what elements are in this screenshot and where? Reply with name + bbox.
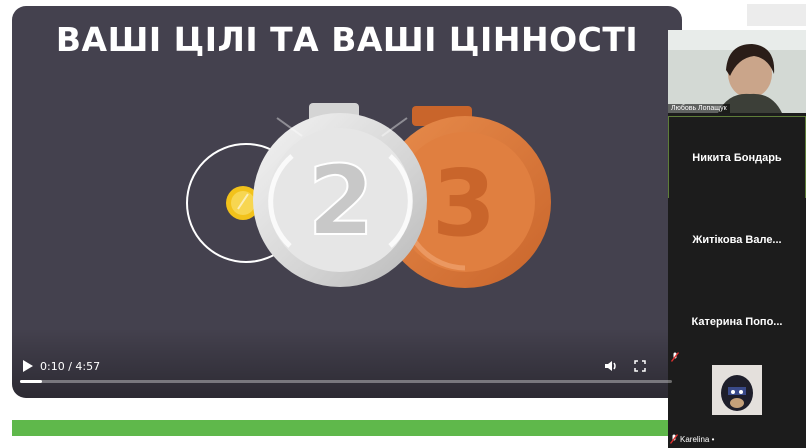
participant-camera-feed (668, 30, 806, 113)
fullscreen-icon (634, 360, 646, 372)
green-banner (12, 420, 668, 436)
fullscreen-button[interactable] (632, 358, 648, 374)
video-controls: 0:10 / 4:57 (12, 350, 682, 398)
bronze-number: 3 (432, 150, 496, 257)
silver-number: 2 (308, 145, 375, 257)
time-display: 0:10 / 4:57 (40, 360, 101, 373)
participant-name: Житікова Вале... (692, 233, 782, 246)
participant-name: Никита Бондарь (692, 151, 782, 164)
video-player[interactable]: ВАШІ ЦІЛІ ТА ВАШІ ЦІННОСТІ 3 2 0:10 / 4:… (12, 6, 682, 398)
progress-bar[interactable] (20, 380, 672, 383)
progress-fill (20, 380, 43, 383)
participants-panel: Любовь Лопащук Никита Бондарь Житікова В… (668, 30, 806, 448)
avatar-image (712, 365, 762, 415)
participant-tile[interactable]: Karelina • (668, 365, 806, 448)
medals-illustration: 3 2 (186, 103, 551, 288)
participant-video-tile[interactable]: Любовь Лопащук (668, 30, 806, 113)
participant-tile[interactable]: Катерина Попо... (668, 280, 806, 363)
top-right-bar (747, 4, 806, 26)
volume-button[interactable] (603, 358, 619, 374)
volume-icon (605, 361, 616, 371)
participant-bottom-label: Karelina • (670, 434, 714, 444)
play-button[interactable] (22, 359, 34, 373)
mic-muted-icon (670, 434, 678, 444)
participant-video-name: Любовь Лопащук (668, 104, 730, 113)
participant-name: Катерина Попо... (691, 315, 783, 328)
participant-tile[interactable]: Никита Бондарь (668, 116, 806, 199)
silver-medal: 2 (253, 103, 427, 287)
participant-name: Karelina • (680, 434, 715, 444)
avatar (712, 365, 762, 415)
play-icon (23, 360, 33, 372)
participant-tile[interactable]: Житікова Вале... (668, 198, 806, 281)
